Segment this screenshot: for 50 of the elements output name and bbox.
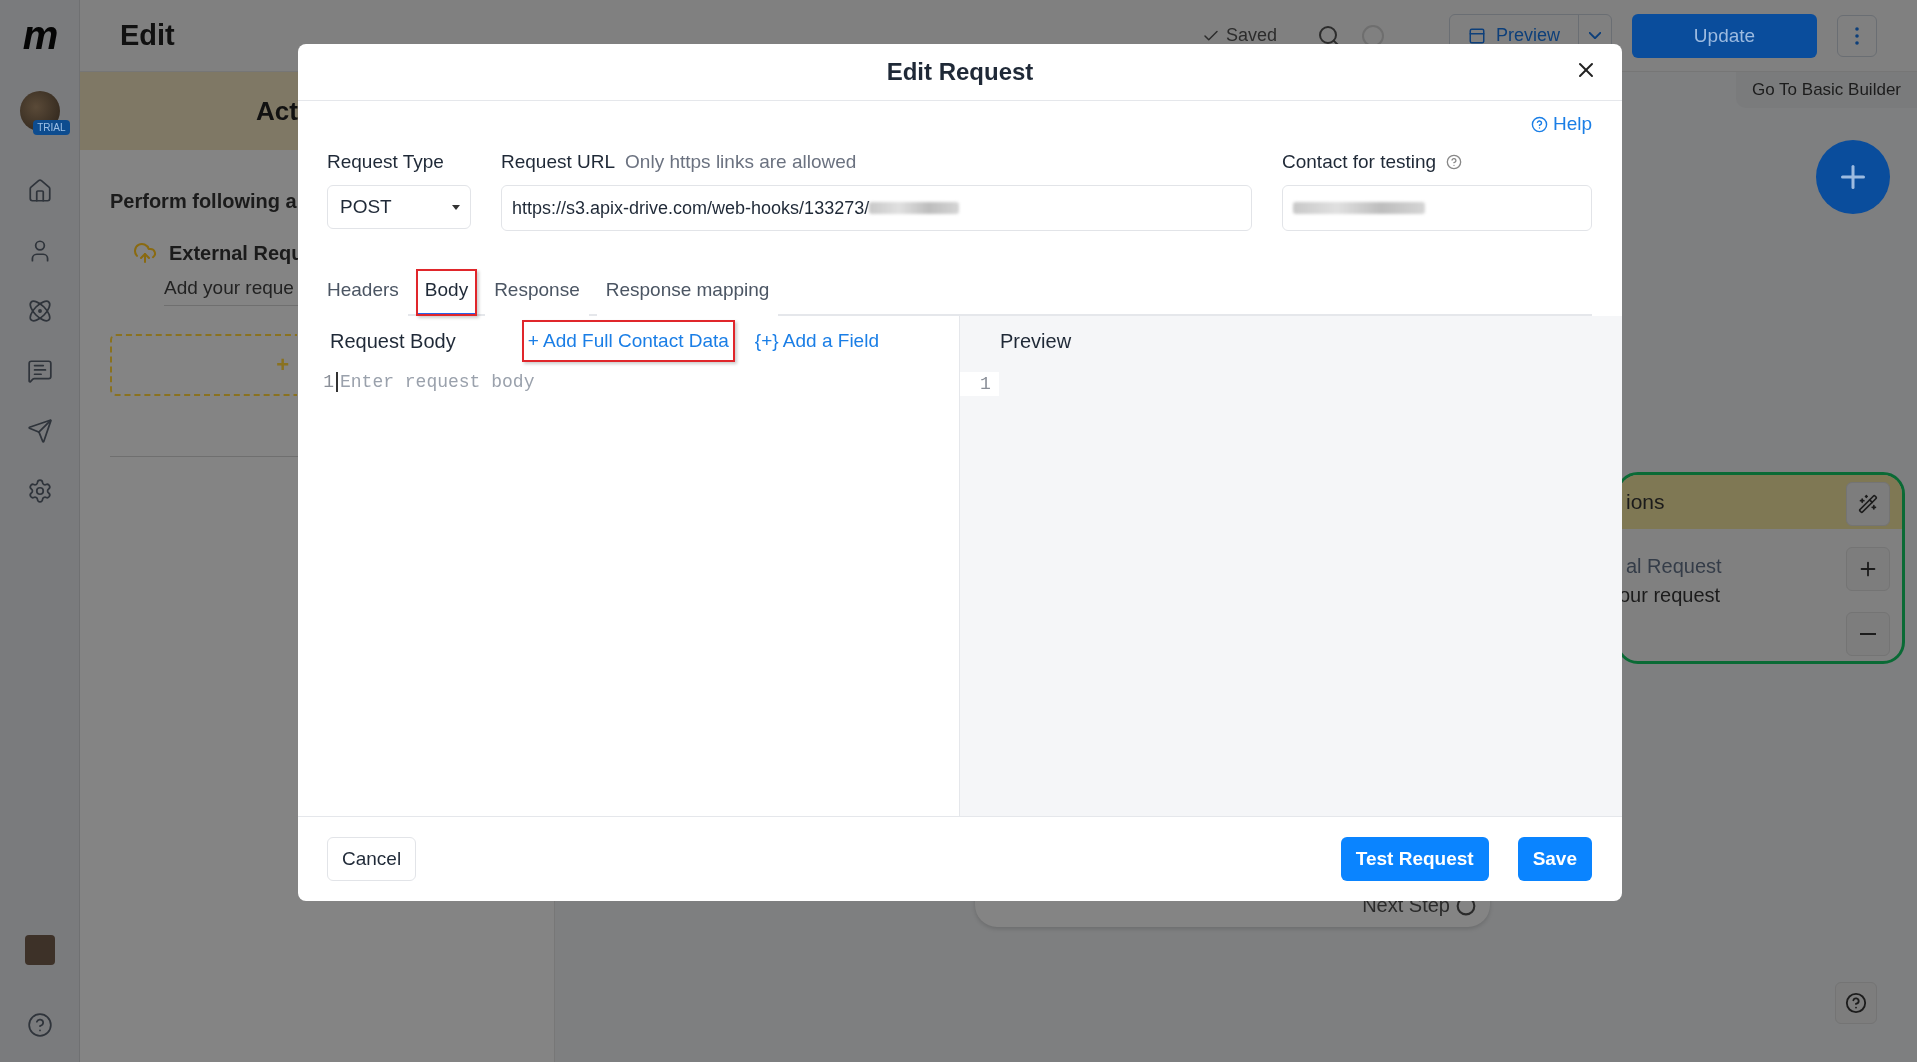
home-icon[interactable]	[26, 178, 53, 204]
insert-link[interactable]: {+} Add a Field	[748, 320, 885, 362]
chat-icon[interactable]	[26, 358, 53, 384]
body-editor-placeholder[interactable]: Enter request body	[336, 372, 535, 392]
card-header: ions	[1626, 490, 1665, 514]
chevron-down-icon	[1589, 32, 1601, 39]
saved-status: Saved	[1225, 25, 1277, 46]
update-button[interactable]: Update	[1632, 13, 1817, 58]
wand-button[interactable]	[1846, 482, 1890, 526]
basic-builder-button[interactable]: Go To Basic Builder	[1736, 72, 1917, 108]
tab[interactable]: Body	[415, 269, 478, 316]
help-icon[interactable]	[1446, 154, 1463, 170]
cancel-button[interactable]: Cancel	[327, 837, 417, 881]
cloud-upload-icon	[133, 241, 157, 265]
line-number: 1	[322, 372, 334, 392]
page-title: Edit	[120, 19, 175, 52]
url-field[interactable]: https://s3.apix-drive.com/web-hooks/133273/	[501, 185, 1252, 231]
contact-field[interactable]	[1282, 185, 1592, 231]
card-title: al Request	[1626, 555, 1722, 578]
pane-title: Request Body	[330, 329, 456, 353]
atom-icon[interactable]	[26, 298, 53, 324]
dialog-title: Edit Request	[886, 58, 1034, 86]
more-button[interactable]	[1837, 14, 1877, 57]
help-icon	[1530, 115, 1548, 133]
help-button[interactable]	[1835, 982, 1877, 1024]
help-link[interactable]: Help	[1552, 113, 1592, 135]
panel-icon	[1467, 26, 1486, 45]
help-icon	[1845, 992, 1867, 1014]
pane-title: Preview	[1000, 329, 1072, 353]
avatar[interactable]	[24, 935, 55, 965]
save-button[interactable]: Save	[1517, 837, 1592, 881]
help-icon[interactable]	[26, 1012, 53, 1038]
zoom-in-button[interactable]	[1846, 547, 1890, 591]
field-label: Contact for testing	[1282, 151, 1437, 173]
minus-icon	[1860, 633, 1876, 635]
wand-icon	[1858, 494, 1878, 514]
line-number: 1	[960, 372, 999, 396]
field-hint: Only https links are allowed	[625, 151, 857, 173]
settings-icon[interactable]	[26, 478, 53, 504]
logo: m	[22, 13, 57, 58]
field-label: Request Type	[327, 151, 444, 173]
panel-heading: Perform following a	[110, 190, 297, 213]
send-icon[interactable]	[26, 418, 53, 444]
request-type-select[interactable]: POST	[327, 185, 471, 229]
field-label: Request URL	[501, 151, 616, 173]
insert-link[interactable]: + Add Full Contact Data	[521, 320, 735, 362]
panel-header: Act	[256, 95, 298, 127]
trial-badge: TRIAL	[33, 120, 70, 135]
test-request-button[interactable]: Test Request	[1340, 837, 1489, 881]
more-icon	[1855, 26, 1859, 45]
